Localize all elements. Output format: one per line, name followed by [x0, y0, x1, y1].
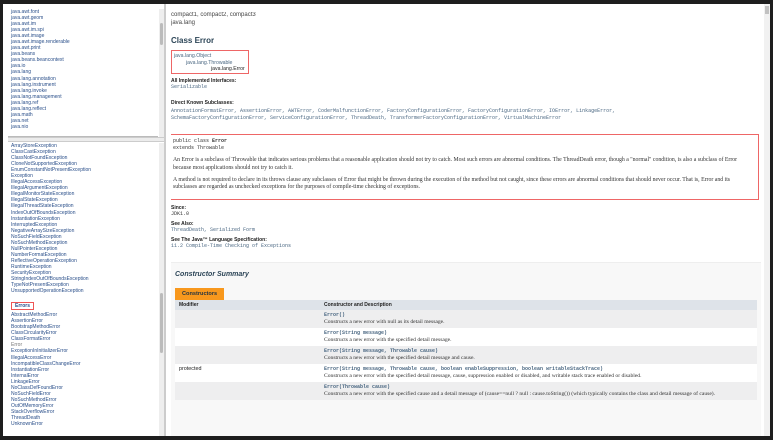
constructor-cell: Error(String message, Throwable cause, b… [320, 364, 757, 382]
constructor-cell: Error(String message) Constructs a new er… [320, 328, 757, 346]
page-title: Class Error [171, 36, 215, 45]
declaration-class-name: Error [212, 138, 228, 144]
modifier-header: Modifier [175, 300, 320, 310]
spec-value[interactable]: 11.2 Compile-Time Checking of Exceptions [171, 243, 291, 250]
constructor-signature[interactable]: Error(String message, Throwable cause) [324, 348, 753, 354]
constructor-description: Constructs a new error with the specifie… [324, 355, 475, 361]
subclasses-label: Direct Known Subclasses: [171, 100, 234, 106]
package-list[interactable]: java.awt.font java.awt.geom java.awt.im jav… [8, 9, 158, 137]
constructor-description: Constructs a new error with the specifie… [324, 337, 452, 343]
scroll-thumb[interactable] [160, 23, 163, 45]
see-also-value[interactable]: ThreadDeath, Serialized Form [171, 227, 291, 234]
class-documentation: compact1, compact2, compact3 java.lang C… [171, 12, 761, 436]
main-scrollbar[interactable] [764, 4, 770, 436]
scroll-thumb[interactable] [160, 293, 163, 353]
constructor-signature[interactable]: Error(String message) [324, 330, 753, 336]
pane-divider[interactable] [8, 137, 164, 142]
declaration-keywords: public class [173, 138, 213, 144]
implemented-interfaces: All Implemented Interfaces: Serializable [171, 78, 236, 91]
frame-divider[interactable] [164, 4, 166, 436]
modifier-cell [175, 346, 320, 364]
constructor-rows: Error() Constructs a new error with null … [175, 310, 757, 400]
errors-heading: Errors [11, 302, 35, 311]
declaration-line: public class Error [173, 138, 755, 145]
package-items: java.awt.font java.awt.geom java.awt.im jav… [8, 9, 158, 130]
constructor-cell: Error(Throwable cause) Constructs a new e… [320, 382, 757, 400]
table-row: Error(Throwable cause) Constructs a new e… [175, 382, 757, 400]
table-row: Error(String message) Constructs a new er… [175, 328, 757, 346]
modifier-cell [175, 328, 320, 346]
table-row: protected Error(String message, Throwable… [175, 364, 757, 382]
interfaces-value[interactable]: Serializable [171, 84, 236, 91]
constructor-header: Constructor and Description [320, 300, 757, 310]
known-subclasses: Direct Known Subclasses: AnnotationForma… [171, 100, 761, 122]
constructor-signature[interactable]: Error() [324, 312, 753, 318]
block-tags: Since: JDK1.0 See Also: ThreadDeath, Ser… [171, 205, 291, 250]
class-link[interactable]: UnknownError [11, 421, 158, 427]
scroll-thumb[interactable] [765, 6, 769, 14]
constructor-cell: Error(String message, Throwable cause) Co… [320, 346, 757, 364]
constructor-description: Constructs a new error with the specifie… [324, 373, 642, 379]
package-label: java.lang [171, 20, 196, 26]
profiles-label: compact1, compact2, compact3 [171, 12, 256, 18]
subclasses-line-1[interactable]: AnnotationFormatError, AssertionError, A… [171, 108, 761, 115]
constructor-signature[interactable]: Error(Throwable cause) [324, 384, 753, 390]
constructor-cell: Error() Constructs a new error with null … [320, 310, 757, 328]
summary-title: Constructor Summary [175, 271, 249, 278]
modifier-cell [175, 382, 320, 400]
modifier-cell [175, 310, 320, 328]
description-paragraph-1: An Error is a subclass of Throwable that… [173, 157, 738, 171]
error-items: AbstractMethodError AssertionError Bootstr… [8, 312, 158, 427]
left-navigation: java.awt.font java.awt.geom java.awt.im jav… [8, 9, 164, 436]
constructor-description: Constructs a new error with null as its … [324, 319, 445, 325]
description-paragraph-2: A method is not required to declare in i… [173, 176, 731, 191]
table-row: Error(String message, Throwable cause) Co… [175, 346, 757, 364]
constructor-summary: Constructor Summary Constructors Modifie… [171, 262, 761, 436]
tab-constructors[interactable]: Constructors [175, 288, 225, 300]
since-value: JDK1.0 [171, 211, 190, 217]
javadoc-window: java.awt.font java.awt.geom java.awt.im jav… [3, 4, 770, 436]
inheritance-tree: java.lang.Object java.lang.Throwable jav… [171, 50, 249, 74]
constructor-table: Modifier Constructor and Description Err… [175, 300, 757, 400]
declaration-extends: extends Throwable [173, 145, 225, 151]
constructor-description: Constructs a new error with the specifie… [324, 391, 716, 397]
exception-items: ArrayStoreException ClassCastException Cla… [8, 143, 158, 294]
table-row: Error() Constructs a new error with null … [175, 310, 757, 328]
hierarchy-error: java.lang.Error [211, 66, 245, 72]
constructor-signature[interactable]: Error(String message, Throwable cause, b… [324, 366, 753, 372]
modifier-cell: protected [175, 364, 320, 382]
subclasses-line-2[interactable]: SchemaFactoryConfigurationError, Service… [171, 115, 761, 122]
package-link[interactable]: java.nio [11, 124, 158, 130]
class-list[interactable]: ArrayStoreException ClassCastException Cla… [8, 143, 158, 436]
class-declaration: public class Error extends Throwable An … [171, 134, 759, 200]
